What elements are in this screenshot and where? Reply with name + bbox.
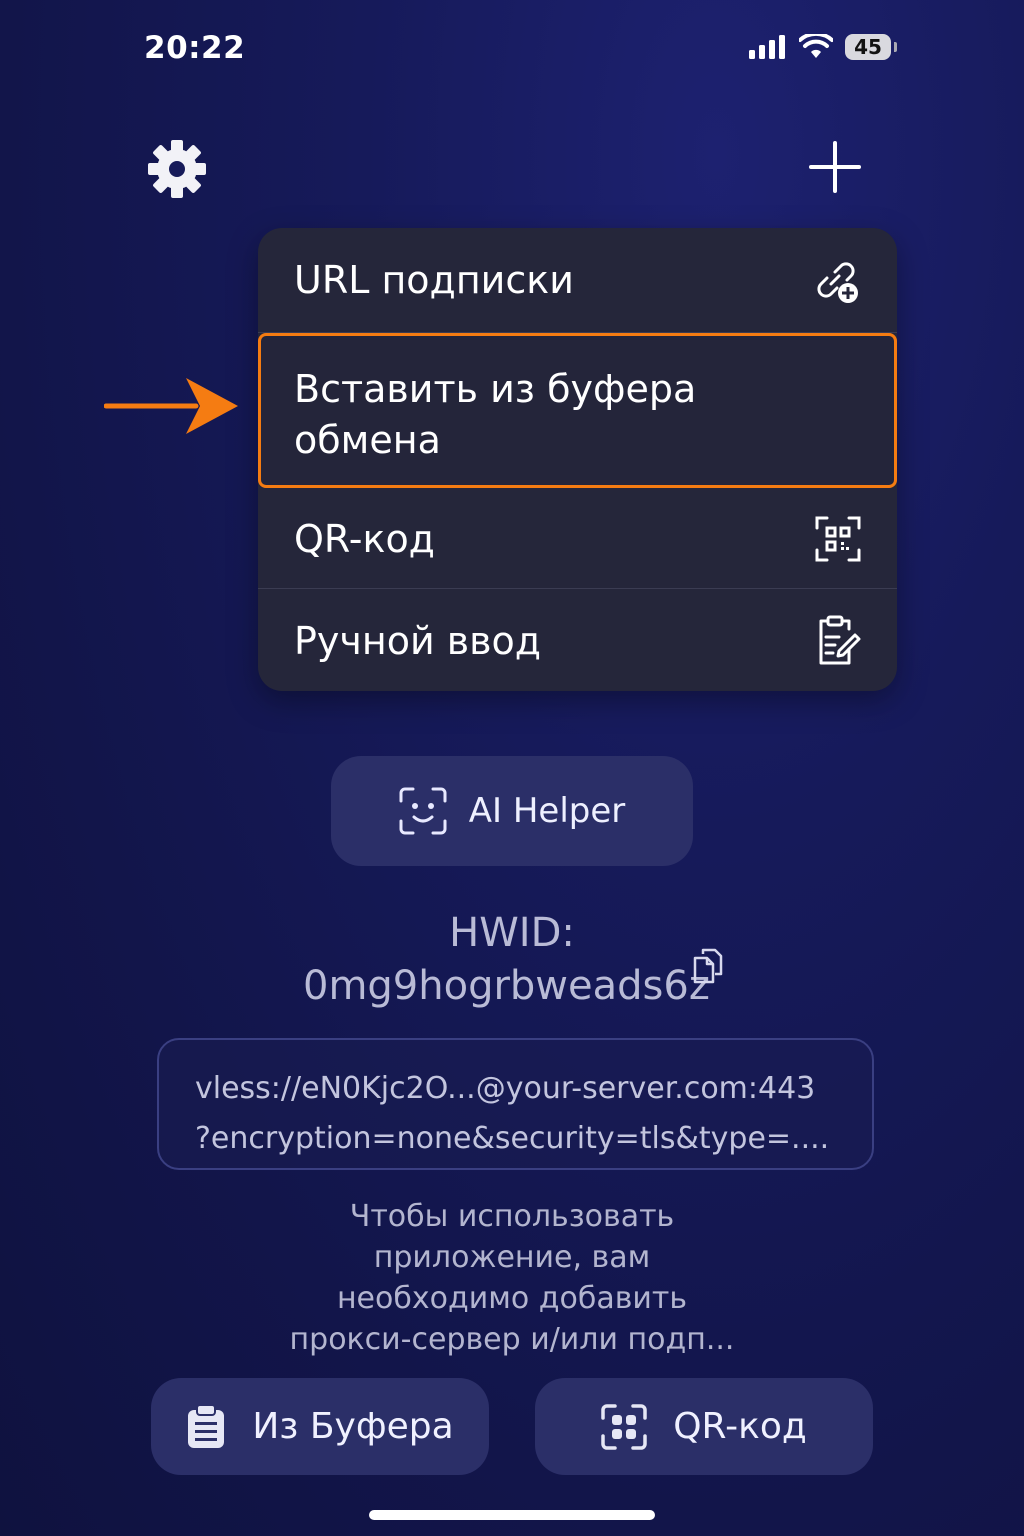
- menu-item-label: Ручной ввод: [294, 618, 542, 663]
- copy-icon[interactable]: [693, 948, 723, 984]
- status-time: 20:22: [144, 30, 246, 66]
- hwid-label: HWID:: [449, 910, 575, 956]
- wifi-icon: [799, 34, 833, 58]
- hint-line1: Чтобы использовать: [349, 1199, 675, 1234]
- hint-line3: необходимо добавить: [336, 1281, 688, 1316]
- scan-qr-button[interactable]: QR-код: [535, 1378, 873, 1475]
- paste-from-clipboard-button[interactable]: Из Буфера: [151, 1378, 489, 1475]
- battery-icon: 45: [845, 34, 897, 60]
- qr-code-icon: [815, 516, 861, 562]
- menu-item-label-line2: обмена: [294, 418, 441, 462]
- paste-from-clipboard-label: Из Буфера: [252, 1406, 454, 1447]
- menu-item-label: URL подписки: [294, 258, 574, 302]
- menu-item-qr-code[interactable]: QR-код: [258, 489, 897, 589]
- empty-state-hint: Чтобы использовать приложение, вам необх…: [262, 1196, 762, 1360]
- add-button[interactable]: [808, 140, 862, 194]
- config-preview-line2: ?encryption=none&security=tls&type=....: [195, 1121, 830, 1156]
- menu-item-paste-from-clipboard[interactable]: Вставить из буфера обмена: [258, 333, 897, 488]
- menu-item-label: QR-код: [294, 517, 435, 561]
- home-indicator: [369, 1510, 655, 1520]
- hwid-value: 0mg9hogrbweads6z: [303, 963, 710, 1009]
- settings-button[interactable]: [146, 138, 208, 200]
- config-preview-line1: vless://eN0Kjc2O...@your-server.com:443: [195, 1071, 816, 1106]
- clipboard-icon: [188, 1403, 225, 1448]
- orange-arrow-annotation: [104, 378, 238, 434]
- hint-line2: приложение, вам: [373, 1240, 651, 1275]
- scan-qr-label: QR-код: [673, 1406, 807, 1447]
- menu-item-manual-input[interactable]: Ручной ввод: [258, 590, 897, 691]
- clipboard-edit-icon: [819, 615, 861, 664]
- qr-scan-icon: [601, 1403, 647, 1450]
- config-preview-field[interactable]: vless://eN0Kjc2O...@your-server.com:443 …: [157, 1038, 874, 1170]
- ai-helper-button[interactable]: AI Helper: [331, 756, 693, 866]
- link-plus-icon: [817, 262, 858, 303]
- battery-level: 45: [854, 35, 882, 59]
- status-icons: 45: [749, 34, 897, 60]
- plus-icon: [809, 141, 861, 193]
- gear-icon: [148, 140, 206, 198]
- ai-helper-label: AI Helper: [468, 791, 626, 831]
- signal-icon: [749, 35, 785, 59]
- hint-line4: прокси-сервер и/или подп...: [289, 1322, 735, 1357]
- menu-item-label-line1: Вставить из буфера: [294, 367, 697, 411]
- face-scan-icon: [399, 787, 447, 835]
- menu-item-subscription-url[interactable]: URL подписки: [258, 228, 897, 332]
